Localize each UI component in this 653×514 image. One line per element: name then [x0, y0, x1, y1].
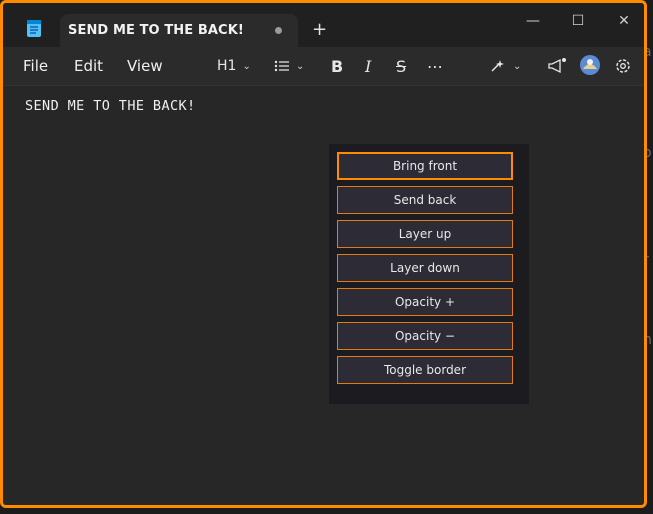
notepad-window: SEND ME TO THE BACK! + — ☐ ✕ File Edit V… — [0, 0, 647, 508]
copilot-icon — [491, 60, 504, 72]
close-button[interactable]: ✕ — [614, 13, 634, 31]
list-icon — [274, 60, 289, 72]
menu-edit[interactable]: Edit — [74, 57, 103, 75]
bring-front-button[interactable]: Bring front — [337, 152, 513, 180]
strikethrough-icon[interactable]: S — [396, 55, 406, 77]
avatar[interactable] — [579, 54, 601, 76]
layer-control-panel: Bring front Send back Layer up Layer dow… — [329, 144, 529, 404]
layer-down-button[interactable]: Layer down — [337, 254, 513, 282]
layer-up-button[interactable]: Layer up — [337, 220, 513, 248]
editor-text: SEND ME TO THE BACK! — [25, 98, 196, 114]
new-tab-button[interactable]: + — [312, 21, 327, 39]
bold-icon[interactable]: B — [331, 55, 343, 77]
tab-title: SEND ME TO THE BACK! — [68, 23, 244, 38]
more-icon[interactable]: ⋯ — [427, 55, 443, 77]
menu-view[interactable]: View — [127, 57, 163, 75]
unsaved-indicator[interactable] — [275, 27, 282, 34]
megaphone-icon[interactable] — [547, 55, 567, 77]
toggle-border-button[interactable]: Toggle border — [337, 356, 513, 384]
italic-icon[interactable]: I — [365, 55, 371, 77]
chevron-down-icon: ⌄ — [513, 60, 522, 72]
maximize-button[interactable]: ☐ — [568, 13, 588, 31]
title-bar: SEND ME TO THE BACK! + — ☐ ✕ — [3, 3, 644, 47]
send-back-button[interactable]: Send back — [337, 186, 513, 214]
document-tab[interactable]: SEND ME TO THE BACK! — [60, 14, 298, 47]
copilot-dropdown[interactable]: ⌄ — [489, 55, 521, 77]
chevron-down-icon: ⌄ — [242, 60, 251, 72]
heading-label: H1 — [217, 58, 237, 74]
list-dropdown[interactable]: ⌄ — [274, 55, 304, 77]
menu-file[interactable]: File — [23, 57, 48, 75]
heading-dropdown[interactable]: H1 ⌄ — [217, 55, 251, 77]
notepad-icon — [27, 20, 41, 37]
gear-icon[interactable] — [614, 55, 632, 77]
minimize-button[interactable]: — — [523, 13, 543, 31]
editor-area[interactable]: SEND ME TO THE BACK! — [3, 86, 644, 505]
opacity-increase-button[interactable]: Opacity + — [337, 288, 513, 316]
menu-bar: File Edit View H1 ⌄ ⌄ B I S ⋯ ⌄ — [3, 47, 644, 86]
opacity-decrease-button[interactable]: Opacity − — [337, 322, 513, 350]
chevron-down-icon: ⌄ — [296, 60, 305, 72]
